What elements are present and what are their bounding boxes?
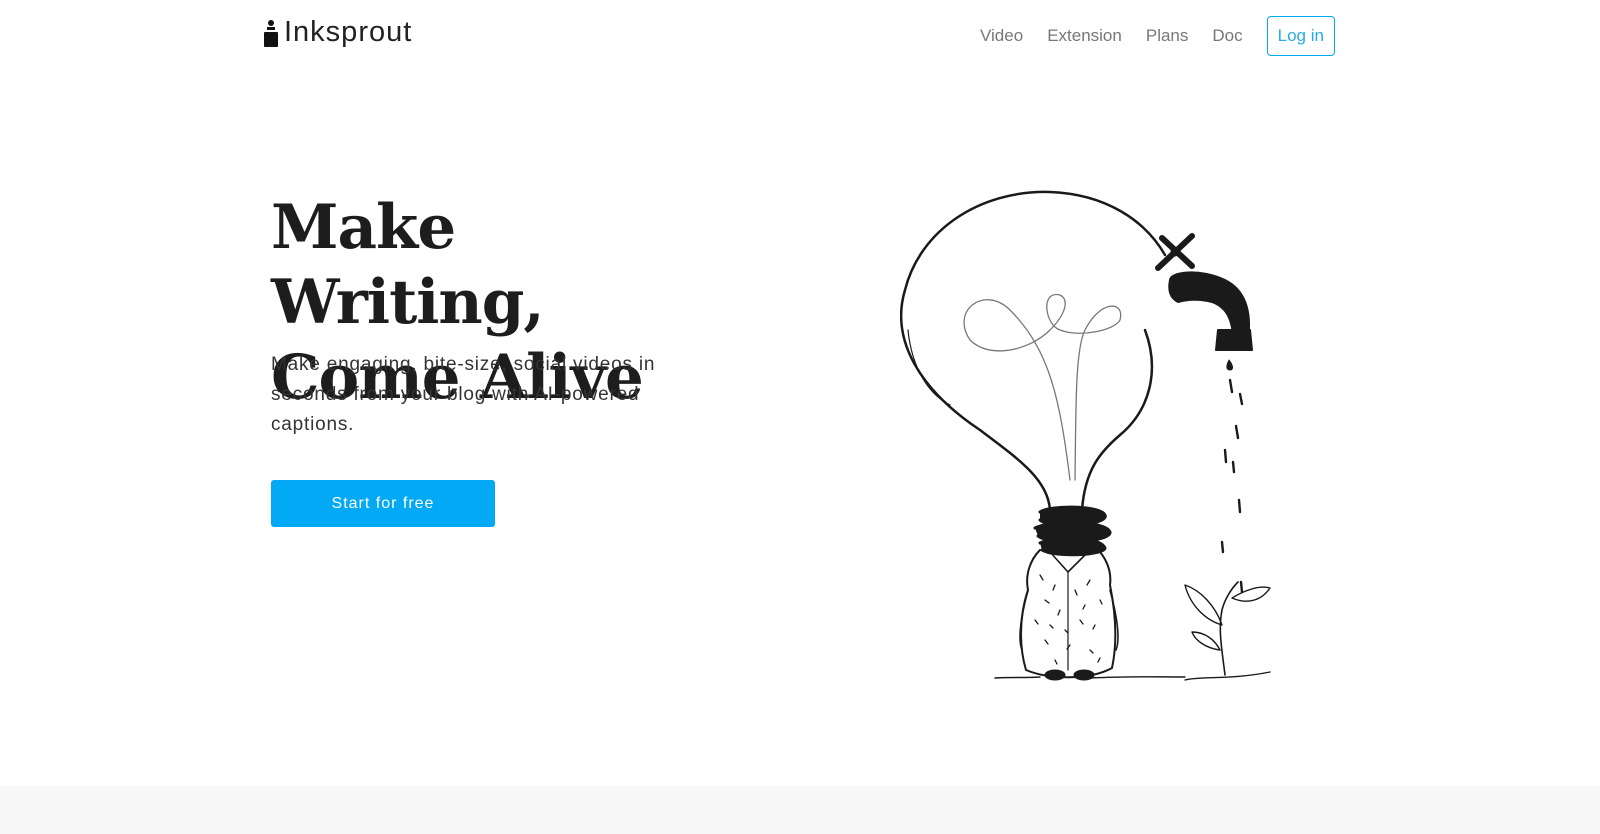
- hero-title-line-1: Make Writing,: [271, 192, 545, 338]
- main-nav: Video Extension Plans Doc Log in: [980, 16, 1335, 56]
- nav-link-plans[interactable]: Plans: [1146, 17, 1189, 55]
- nav-link-doc[interactable]: Doc: [1212, 17, 1242, 55]
- brand-name: Inksprout: [284, 16, 413, 48]
- footer-strip: [0, 786, 1600, 834]
- lightbulb-faucet-sprout-illustration: [900, 190, 1271, 681]
- nav-link-video[interactable]: Video: [980, 17, 1023, 55]
- hero-subtitle: Make engaging, bite-size, social videos …: [271, 354, 656, 435]
- start-for-free-button[interactable]: Start for free: [271, 480, 495, 527]
- navbar: Inksprout Video Extension Plans Doc Log …: [0, 0, 1600, 72]
- nav-link-extension[interactable]: Extension: [1047, 17, 1122, 55]
- brand-logo-link[interactable]: Inksprout: [264, 18, 412, 47]
- login-button[interactable]: Log in: [1266, 16, 1335, 56]
- ink-bottle-icon: [264, 19, 278, 47]
